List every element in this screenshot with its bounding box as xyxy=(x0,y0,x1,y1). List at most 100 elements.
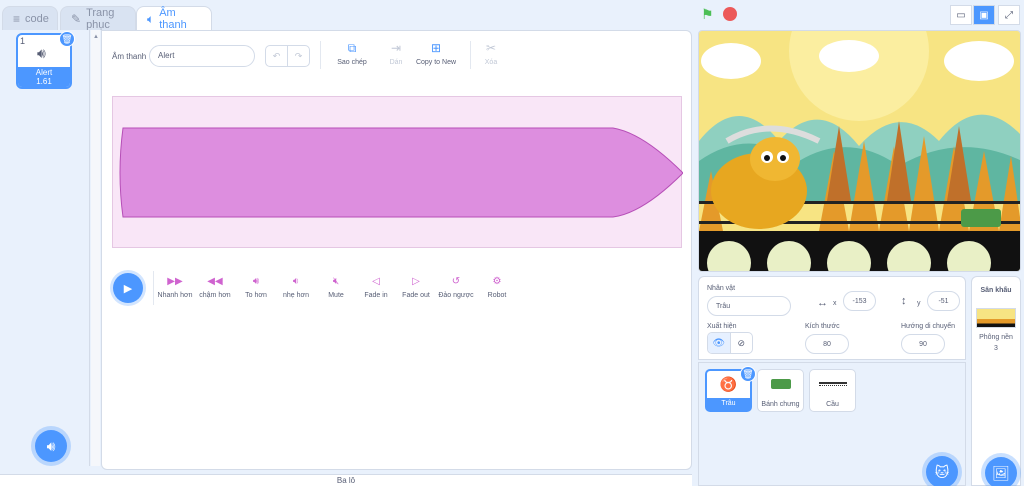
delete-sound-button[interactable]: 🗑︎ xyxy=(59,31,75,47)
stage-pane[interactable]: Sân khấu Phông nền 3 🖼︎ xyxy=(971,276,1021,486)
size-label: Kích thước xyxy=(805,323,840,330)
add-backdrop-button[interactable]: 🖼︎ xyxy=(985,457,1017,486)
trash-icon: 🗑︎ xyxy=(61,33,73,44)
x-arrow-icon: ↔ xyxy=(817,297,828,309)
fullscreen-button[interactable]: ⤢ xyxy=(998,5,1020,25)
undo-button[interactable]: ↶ xyxy=(266,46,287,66)
sprite-name-input[interactable]: Trâu xyxy=(707,296,791,316)
sound-list xyxy=(0,30,90,466)
backdrop-thumbnail[interactable] xyxy=(976,308,1016,328)
small-stage-button[interactable]: ▭ xyxy=(950,5,972,25)
add-sound-button[interactable]: 🔊︎ xyxy=(35,430,67,462)
bridge-icon xyxy=(818,382,847,386)
play-button[interactable]: ▶ xyxy=(113,273,143,303)
sprite-label: Nhân vật xyxy=(707,285,736,292)
add-sound-icon: 🔊︎ xyxy=(46,437,56,454)
brush-icon: ✎ xyxy=(71,11,82,26)
size-input[interactable]: 80 xyxy=(805,334,849,354)
eye-icon: 👁︎ xyxy=(712,337,726,349)
sound-index: 1 xyxy=(20,36,26,46)
stage-canvas[interactable] xyxy=(698,30,1021,272)
tab-costumes[interactable]: ✎ Trang phục xyxy=(60,6,136,31)
copy-icon: ⧉ xyxy=(347,41,357,55)
undo-redo-group: ↶ ↷ xyxy=(265,45,310,67)
show-sprite-button[interactable]: 👁︎ xyxy=(708,333,730,353)
show-label: Xuất hiện xyxy=(707,323,737,330)
sound-editor: Âm thanh Alert ↶ ↷ ⧉ Sao chép ⇥ Dán ⊞ Co… xyxy=(101,30,692,470)
tab-costumes-label: Trang phục xyxy=(86,6,115,31)
copy-button[interactable]: ⧉ Sao chép xyxy=(330,41,374,66)
copy-to-new-label: Copy to New xyxy=(415,59,457,66)
effect-faster-label: Nhanh hơn xyxy=(157,292,193,299)
delete-label: Xóa xyxy=(484,59,498,66)
tab-sounds[interactable]: 🔈︎ Âm thanh xyxy=(136,6,212,31)
direction-label: Hướng di chuyển xyxy=(901,323,956,330)
robot-icon: ⚙ xyxy=(492,276,502,287)
add-backdrop-icon: 🖼︎ xyxy=(992,464,1010,481)
backpack-label: Ba lô xyxy=(336,476,356,485)
stage-pane-title: Sân khấu xyxy=(980,287,1012,294)
x-label: x xyxy=(833,300,837,307)
scroll-up-icon: ▲ xyxy=(93,34,99,40)
trash-icon: 🗑︎ xyxy=(742,368,754,379)
large-stage-icon: ▣ xyxy=(979,9,989,21)
sprite-thumb-cau[interactable]: Cầu xyxy=(809,369,856,412)
large-stage-button[interactable]: ▣ xyxy=(973,5,995,25)
eye-off-icon: ⊘ xyxy=(737,337,746,348)
sprite-pane: ♉ Trâu 🗑︎ Bánh chưng Cầu 🐱︎ xyxy=(698,362,966,486)
waveform-view[interactable] xyxy=(112,96,684,248)
backpack-bar[interactable]: Ba lô xyxy=(0,474,692,486)
sound-duration: 1.61 xyxy=(36,77,52,86)
tab-code-label: code xyxy=(25,12,49,25)
tab-sounds-label: Âm thanh xyxy=(159,7,187,31)
backdrops-count: 3 xyxy=(994,345,998,352)
paste-button[interactable]: ⇥ Dán xyxy=(378,41,414,66)
redo-button[interactable]: ↷ xyxy=(287,46,309,66)
stage-scene xyxy=(699,31,1020,271)
tab-code[interactable]: ≡ code xyxy=(2,6,58,30)
stop-button[interactable] xyxy=(723,7,737,21)
copy-to-new-button[interactable]: ⊞ Copy to New xyxy=(414,41,458,66)
rice-cake-icon xyxy=(770,379,791,389)
y-arrow-icon: ↕ xyxy=(901,295,907,307)
effect-reverse-label: Đảo ngược xyxy=(438,292,474,299)
effect-louder-label: To hơn xyxy=(245,292,267,299)
add-sprite-button[interactable]: 🐱︎ xyxy=(926,456,958,486)
sprite-thumb-label: Bánh chưng xyxy=(761,401,800,408)
small-stage-icon: ▭ xyxy=(956,9,966,21)
list-scrollbar[interactable]: ▲ xyxy=(91,30,100,466)
hide-sprite-button[interactable]: ⊘ xyxy=(729,333,753,353)
direction-input[interactable]: 90 xyxy=(901,334,945,354)
sprite-thumb-label: Cầu xyxy=(826,401,839,408)
play-icon: ▶ xyxy=(123,282,133,295)
effect-slower-label: chậm hơn xyxy=(199,292,231,299)
green-flag-icon: ⚑ xyxy=(701,6,714,22)
effect-softer-label: nhẹ hơn xyxy=(282,292,309,299)
green-flag-button[interactable]: ⚑ xyxy=(701,6,714,23)
y-input[interactable]: -51 xyxy=(927,291,960,311)
delete-sprite-button[interactable]: 🗑︎ xyxy=(740,366,756,382)
sprite-info-panel: Nhân vật Trâu ↔ x -153 ↕ y -51 Xuất hiện… xyxy=(698,276,966,360)
sound-name-input[interactable]: Alert xyxy=(149,45,255,67)
speaker-icon: 🔊︎ xyxy=(37,45,46,61)
effect-robot-label: Robot xyxy=(487,292,507,299)
x-input[interactable]: -153 xyxy=(843,291,876,311)
delete-button[interactable]: ✂ Xóa xyxy=(474,41,508,66)
y-label: y xyxy=(917,300,921,307)
sprite-thumb-banh-chung[interactable]: Bánh chưng xyxy=(757,369,804,412)
effect-mute-label: Mute xyxy=(328,292,344,299)
backdrops-label: Phông nền xyxy=(979,334,1013,341)
fullscreen-icon: ⤢ xyxy=(1005,9,1013,21)
paste-label: Dán xyxy=(389,59,403,66)
effect-fade-in-label: Fade in xyxy=(364,292,388,299)
speaker-icon: 🔈︎ xyxy=(147,11,155,26)
effect-robot[interactable]: ⚙ Robot xyxy=(472,276,522,299)
effect-fade-out-label: Fade out xyxy=(402,292,430,299)
scissors-icon: ✂ xyxy=(485,41,497,55)
copy-to-new-icon: ⊞ xyxy=(430,41,442,55)
sprite-thumb-label: Trâu xyxy=(707,398,750,410)
code-icon: ≡ xyxy=(13,11,21,26)
waveform-shape xyxy=(119,127,684,218)
copy-label: Sao chép xyxy=(337,59,367,66)
visibility-toggle: 👁︎ ⊘ xyxy=(707,332,753,354)
